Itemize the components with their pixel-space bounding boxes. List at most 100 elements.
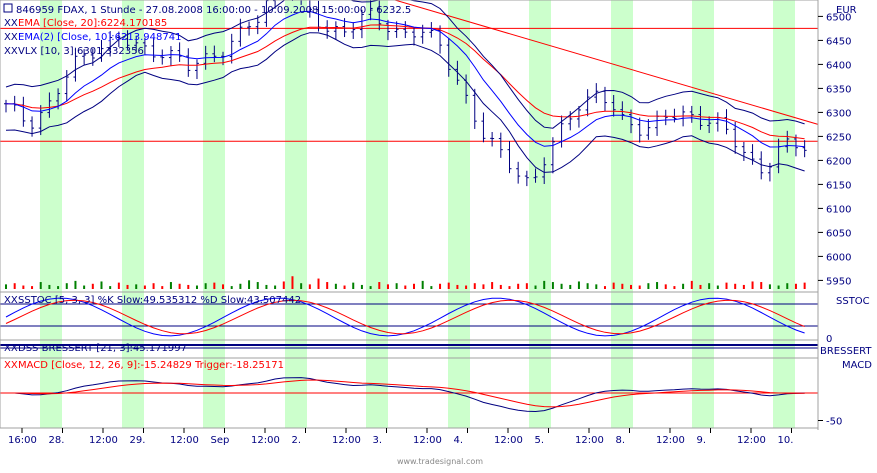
volume-bar bbox=[274, 285, 277, 289]
volume-bar bbox=[117, 282, 120, 289]
ema10-marker[interactable]: XX bbox=[4, 32, 18, 43]
session-band bbox=[366, 0, 388, 428]
ema10-legend: EMA(2) [Close, 10]:6213.948741 bbox=[18, 32, 181, 43]
volume-bar bbox=[126, 284, 129, 289]
volume-bar bbox=[543, 280, 546, 289]
session-band bbox=[448, 0, 470, 428]
volume-bar bbox=[13, 283, 16, 289]
price-tick-label: 6200 bbox=[826, 156, 851, 167]
price-tick-label: 6300 bbox=[826, 108, 851, 119]
volume-bar bbox=[169, 282, 172, 289]
volume-bar bbox=[91, 283, 94, 289]
x-tick-label: 12:00 bbox=[89, 435, 118, 446]
volume-bar bbox=[39, 282, 42, 289]
chart-canvas[interactable]: 5950 6000 6050 6100 6150 6200 6250 6300 6350 6400… bbox=[0, 0, 877, 469]
volume-bar bbox=[187, 284, 190, 289]
volume-bar bbox=[560, 283, 563, 289]
volume-bar bbox=[308, 284, 311, 289]
vlx-marker[interactable]: XX bbox=[4, 46, 18, 57]
x-tick-label: 12:00 bbox=[575, 435, 604, 446]
volume-bar bbox=[742, 284, 745, 289]
volume-bar bbox=[386, 284, 389, 289]
price-tick-label: 6250 bbox=[826, 132, 851, 143]
volume-bar bbox=[256, 282, 259, 289]
volume-bar bbox=[5, 284, 7, 289]
volume-bar bbox=[334, 283, 337, 289]
volume-bar bbox=[768, 284, 771, 289]
price-tick-label: 6150 bbox=[826, 180, 851, 191]
volume-bar bbox=[690, 280, 693, 289]
session-band bbox=[529, 0, 551, 428]
volume-bar bbox=[213, 282, 216, 289]
dss-marker[interactable]: XX bbox=[4, 343, 18, 354]
volume-bar bbox=[135, 284, 138, 289]
volume-bar bbox=[65, 283, 68, 289]
volume-bar bbox=[300, 283, 303, 289]
volume-bar bbox=[682, 283, 685, 289]
vlx-legend: VLX [10, 3]:6301.332356 bbox=[18, 46, 144, 57]
volume-bar bbox=[482, 284, 485, 289]
volume-bar bbox=[48, 284, 51, 289]
volume-bar bbox=[595, 284, 598, 289]
x-tick-label: 5. bbox=[535, 435, 545, 446]
volume-bar bbox=[517, 283, 520, 289]
x-tick-label: 16:00 bbox=[8, 435, 37, 446]
chart-window: 5950 6000 6050 6100 6150 6200 6250 6300 6350 6400… bbox=[0, 0, 877, 469]
x-tick-label: 29. bbox=[130, 435, 146, 446]
volume-bar bbox=[31, 286, 34, 289]
macd-marker[interactable]: XX bbox=[4, 360, 18, 371]
volume-bar bbox=[57, 286, 60, 289]
session-band bbox=[285, 0, 307, 428]
price-unit-label: EUR bbox=[836, 5, 857, 16]
x-tick-label: 9. bbox=[697, 435, 707, 446]
volume-bar bbox=[143, 285, 146, 289]
ema20-marker[interactable]: XX bbox=[4, 18, 18, 29]
x-tick-label: 12:00 bbox=[656, 435, 685, 446]
volume-bar bbox=[439, 283, 442, 289]
x-tick-label: Sep bbox=[211, 435, 230, 446]
volume-bar bbox=[456, 284, 459, 289]
volume-bar bbox=[656, 282, 659, 289]
volume-bar bbox=[473, 283, 476, 289]
volume-bar bbox=[430, 286, 433, 289]
sstoc-marker[interactable]: XX bbox=[4, 295, 18, 306]
volume-bar bbox=[291, 276, 294, 289]
volume-bar bbox=[239, 283, 242, 289]
price-tick-label: 6000 bbox=[826, 252, 851, 263]
price-tick-label: 5950 bbox=[826, 276, 851, 287]
sstoc-tick-label: 0 bbox=[826, 334, 832, 345]
volume-bar bbox=[421, 280, 424, 289]
volume-bar bbox=[621, 283, 624, 289]
volume-bar bbox=[83, 285, 86, 289]
session-band bbox=[773, 0, 795, 428]
volume-bar bbox=[699, 284, 702, 289]
volume-bar bbox=[803, 282, 806, 289]
symbol-title: 846959 FDAX, 1 Stunde - 27.08.2008 16:00… bbox=[16, 5, 411, 16]
x-tick-label: 2. bbox=[292, 435, 302, 446]
ema20-legend: EMA [Close, 20]:6224.170185 bbox=[18, 18, 167, 29]
volume-bar bbox=[708, 283, 711, 289]
x-tick-label: 4. bbox=[454, 435, 464, 446]
volume-bar bbox=[413, 283, 415, 289]
volume-bar bbox=[465, 285, 468, 289]
symbol-square-icon bbox=[3, 3, 13, 13]
session-band bbox=[692, 0, 714, 428]
volume-bar bbox=[369, 286, 372, 289]
volume-bar bbox=[751, 281, 754, 289]
volume-bar bbox=[204, 283, 207, 289]
x-tick-label: 12:00 bbox=[737, 435, 766, 446]
x-tick-label: 12:00 bbox=[332, 435, 361, 446]
volume-bar bbox=[265, 284, 268, 289]
sstoc-panel-label: SSTOC bbox=[836, 296, 870, 307]
volume-bar bbox=[109, 286, 112, 289]
x-tick-label: 10. bbox=[778, 435, 794, 446]
volume-bar bbox=[577, 281, 580, 289]
dss-panel-label: BRESSERT bbox=[820, 346, 872, 357]
volume-bar bbox=[525, 283, 528, 289]
macd-tick-label: -50 bbox=[826, 417, 842, 428]
volume-bar bbox=[603, 286, 606, 289]
volume-bar bbox=[725, 282, 728, 289]
macd-legend: MACD [Close, 12, 26, 9]:-15.24829 Trigge… bbox=[18, 360, 284, 371]
volume-bar bbox=[395, 283, 398, 289]
watermark: www.tradesignal.com bbox=[397, 457, 483, 466]
